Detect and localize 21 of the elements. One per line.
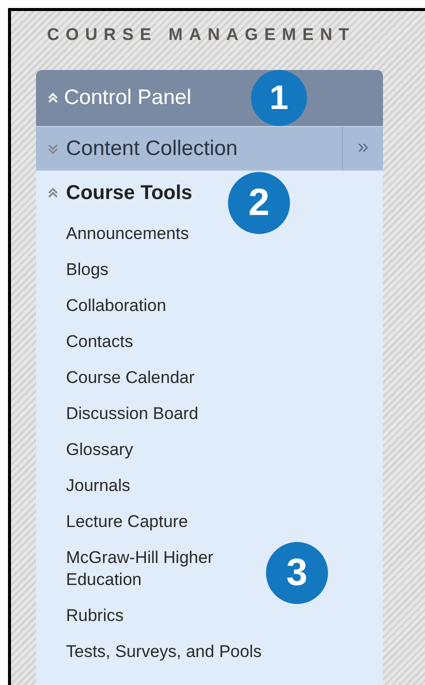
collapse-icon[interactable] xyxy=(48,188,58,198)
menu-item[interactable]: Rubrics xyxy=(66,605,124,627)
menu-link[interactable]: Content Collection xyxy=(66,136,334,160)
menu-row[interactable]: Content Collection » xyxy=(36,126,383,171)
group-title[interactable]: Course Tools xyxy=(66,182,192,204)
callout-badge: 1 xyxy=(251,70,307,126)
panel-title: Control Panel xyxy=(64,86,192,110)
menu-item[interactable]: Collaboration xyxy=(66,295,166,317)
menu-item[interactable]: Contacts xyxy=(66,331,134,353)
expand-icon[interactable] xyxy=(48,144,58,154)
menu-item[interactable]: Announcements xyxy=(66,223,189,245)
menu-item[interactable]: Glossary xyxy=(66,439,134,461)
menu-item[interactable]: Course Calendar xyxy=(66,367,195,389)
menu-item[interactable]: Journals xyxy=(66,475,130,497)
menu-item[interactable]: Discussion Board xyxy=(66,403,198,425)
section-heading: COURSE MANAGEMENT xyxy=(47,25,356,45)
menu-item[interactable]: Blogs xyxy=(66,259,109,281)
menu-item[interactable]: Lecture Capture xyxy=(66,511,188,533)
menu-item[interactable]: Tests, Surveys, and Pools xyxy=(66,641,262,663)
panel-header[interactable]: Control Panel 1 xyxy=(36,70,383,126)
menu-item[interactable]: McGraw-Hill Higher Education xyxy=(66,547,266,591)
